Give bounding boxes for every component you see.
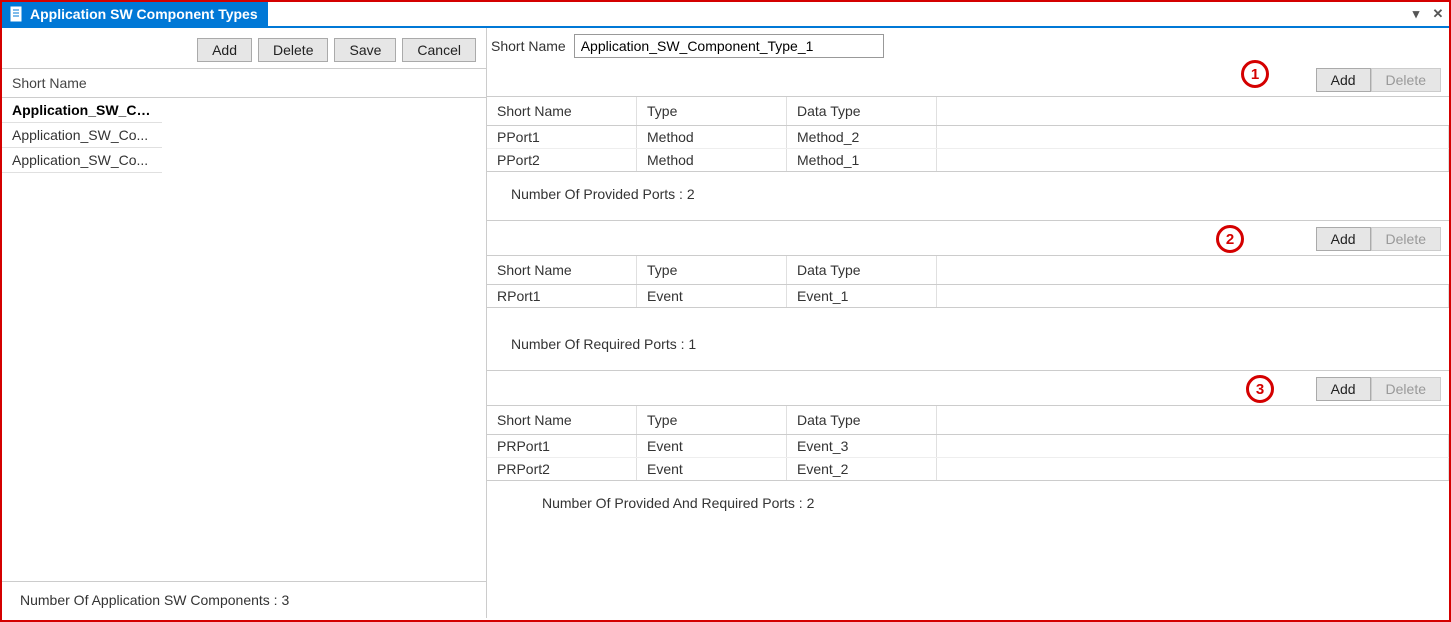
- table-row[interactable]: PRPort2 Event Event_2: [487, 457, 1449, 480]
- table-row[interactable]: Application_SW_Co...: [2, 123, 162, 148]
- table-row[interactable]: Application_SW_Component_Type_1: [2, 98, 162, 123]
- col-type: Type: [637, 256, 787, 284]
- col-datatype: Data Type: [787, 97, 937, 125]
- cell-blank: [937, 458, 1449, 480]
- col-shortname: Short Name: [487, 256, 637, 284]
- section-toolbar-1: 1 Add Delete: [487, 62, 1449, 96]
- shortname-row: Short Name: [487, 28, 1449, 62]
- cell-type: Event: [637, 435, 787, 457]
- callout-2: 2: [1216, 225, 1244, 253]
- grid-header-1: Short Name Type Data Type: [487, 96, 1449, 126]
- cell-datatype: Event_1: [787, 285, 937, 307]
- cell-shortname: PPort2: [487, 149, 637, 171]
- cell-type: Method: [637, 126, 787, 148]
- grid-rows-1: PPort1 Method Method_2 PPort2 Method Met…: [487, 126, 1449, 172]
- title-bar: Application SW Component Types ▾ ✕: [2, 2, 1449, 28]
- grid-header-3: Short Name Type Data Type: [487, 405, 1449, 435]
- cell-shortname: PRPort2: [487, 458, 637, 480]
- grid-rows-2: RPort1 Event Event_1: [487, 285, 1449, 308]
- left-table-body: Application_SW_Component_Type_1 Applicat…: [2, 98, 486, 582]
- cell-datatype: Event_2: [787, 458, 937, 480]
- shortname-input[interactable]: [574, 34, 884, 58]
- col-type: Type: [637, 97, 787, 125]
- col-datatype: Data Type: [787, 256, 937, 284]
- col-type: Type: [637, 406, 787, 434]
- add-button[interactable]: Add: [197, 38, 252, 62]
- minimize-icon[interactable]: ▾: [1405, 3, 1427, 25]
- table-row[interactable]: PPort1 Method Method_2: [487, 126, 1449, 148]
- cell-shortname: PRPort1: [487, 435, 637, 457]
- cell-type: Event: [637, 458, 787, 480]
- cell-shortname: PPort1: [487, 126, 637, 148]
- cancel-button[interactable]: Cancel: [402, 38, 476, 62]
- left-table-header: Short Name: [2, 68, 486, 98]
- left-pane: Add Delete Save Cancel Short Name Applic…: [2, 28, 487, 618]
- cell-type: Event: [637, 285, 787, 307]
- callout-3: 3: [1246, 375, 1274, 403]
- add-button[interactable]: Add: [1316, 227, 1371, 251]
- left-toolbar: Add Delete Save Cancel: [2, 28, 486, 68]
- cell-datatype: Method_2: [787, 126, 937, 148]
- cell-blank: [937, 285, 1449, 307]
- shortname-label: Short Name: [491, 38, 566, 54]
- grid-header-2: Short Name Type Data Type: [487, 255, 1449, 285]
- section-toolbar-2: 2 Add Delete: [487, 220, 1449, 255]
- grid-rows-3: PRPort1 Event Event_3 PRPort2 Event Even…: [487, 435, 1449, 481]
- add-button[interactable]: Add: [1316, 377, 1371, 401]
- delete-button[interactable]: Delete: [1371, 227, 1441, 251]
- table-row[interactable]: PRPort1 Event Event_3: [487, 435, 1449, 457]
- document-icon: [8, 6, 24, 22]
- delete-button[interactable]: Delete: [258, 38, 328, 62]
- table-row[interactable]: Application_SW_Co...: [2, 148, 162, 173]
- cell-blank: [937, 126, 1449, 148]
- col-shortname: Short Name: [487, 97, 637, 125]
- cell-datatype: Event_3: [787, 435, 937, 457]
- right-pane: Short Name 1 Add Delete Short Name Type …: [487, 28, 1449, 618]
- window-title-tab: Application SW Component Types: [2, 2, 268, 26]
- close-icon[interactable]: ✕: [1427, 3, 1449, 25]
- delete-button[interactable]: Delete: [1371, 377, 1441, 401]
- section-toolbar-3: 3 Add Delete: [487, 370, 1449, 405]
- col-datatype: Data Type: [787, 406, 937, 434]
- window-title: Application SW Component Types: [30, 6, 258, 22]
- table-row[interactable]: RPort1 Event Event_1: [487, 285, 1449, 307]
- add-button[interactable]: Add: [1316, 68, 1371, 92]
- cell-blank: [937, 149, 1449, 171]
- cell-blank: [937, 435, 1449, 457]
- table-row[interactable]: PPort2 Method Method_1: [487, 148, 1449, 171]
- callout-1: 1: [1241, 60, 1269, 88]
- col-blank: [937, 406, 1449, 434]
- section-footer-1: Number Of Provided Ports : 2: [487, 172, 1449, 220]
- cell-type: Method: [637, 149, 787, 171]
- cell-datatype: Method_1: [787, 149, 937, 171]
- section-footer-3: Number Of Provided And Required Ports : …: [487, 481, 1449, 529]
- cell-shortname: RPort1: [487, 285, 637, 307]
- section-footer-2: Number Of Required Ports : 1: [487, 308, 1449, 370]
- col-shortname: Short Name: [487, 406, 637, 434]
- delete-button[interactable]: Delete: [1371, 68, 1441, 92]
- left-footer: Number Of Application SW Components : 3: [2, 582, 486, 618]
- col-blank: [937, 97, 1449, 125]
- col-blank: [937, 256, 1449, 284]
- save-button[interactable]: Save: [334, 38, 396, 62]
